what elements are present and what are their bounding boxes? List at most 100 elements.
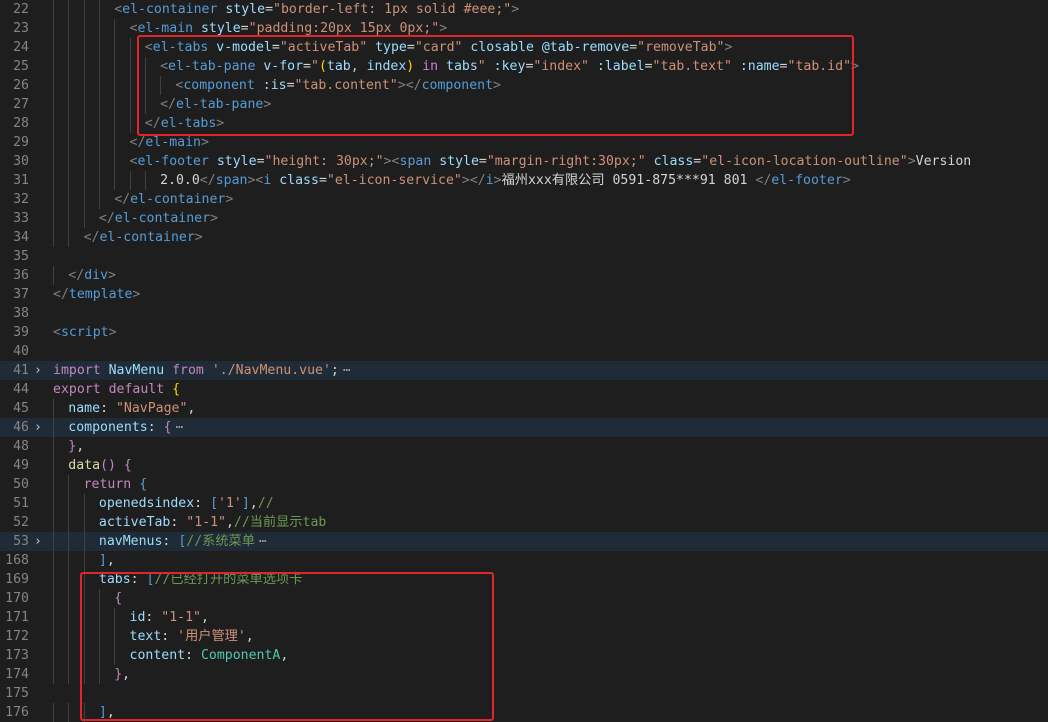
indent-guide [53,76,54,95]
code-line[interactable]: 170 { [0,589,1048,608]
indent-guide [68,570,70,589]
indent-guide [68,76,70,95]
code-line[interactable]: 22 <el-container style="border-left: 1px … [0,0,1048,19]
indent-guide [98,38,100,57]
fold-chevron-icon[interactable]: › [34,361,42,380]
code-text: text: '用户管理', [130,627,254,646]
code-token: script [60,325,109,340]
code-line[interactable]: 45 name: "NavPage", [0,399,1048,418]
folded-ellipsis-icon[interactable]: ⋯ [176,418,184,437]
code-token: "index" [533,59,589,74]
code-line[interactable]: 30 <el-footer style="height: 30px;"><span… [0,152,1048,171]
code-line[interactable]: 173 content: ComponentA, [0,646,1048,665]
indent-guide [68,95,70,114]
indent-guide [114,152,116,171]
code-line[interactable]: 41 › import NavMenu from './NavMenu.vue'; ⋯ [0,361,1048,380]
code-text: export default { [53,380,180,399]
code-token: = [271,40,280,55]
line-number: 40 [13,344,29,359]
code-line[interactable]: 172 text: '用户管理', [0,627,1048,646]
code-line[interactable]: 35 [0,247,1048,266]
code-line[interactable]: 36 </div> [0,266,1048,285]
code-line[interactable]: 51 openedsindex: ['1'],// [0,494,1048,513]
code-line[interactable]: 174}, [0,665,1048,684]
code-line[interactable]: 32 </el-container> [0,190,1048,209]
indent-guide [53,494,54,513]
indent-guide [53,665,54,684]
code-line[interactable]: 53 › navMenus: [//系统菜单 ⋯ [0,532,1048,551]
indent-guide [68,551,70,570]
code-token: = [240,21,249,36]
code-line[interactable]: 52 activeTab: "1-1",//当前显示tab [0,513,1048,532]
code-editor[interactable]: 22 <el-container style="border-left: 1px … [0,0,1048,722]
folded-ellipsis-icon[interactable]: ⋯ [259,532,267,551]
code-text: ], [99,703,115,722]
code-line[interactable]: 175 [0,684,1048,703]
code-text: }, [114,665,130,684]
code-token: , [245,629,254,644]
code-text: openedsindex: ['1'],// [99,494,274,513]
code-line[interactable]: 171 id: "1-1", [0,608,1048,627]
indent-guide [53,190,54,209]
code-line[interactable]: 50 return { [0,475,1048,494]
line-number: 44 [13,382,29,397]
code-line[interactable]: 39 <script> [0,323,1048,342]
code-token: > [263,97,272,112]
indent-guide [114,114,116,133]
code-line[interactable]: 49 data() { [0,456,1048,475]
code-token: v-for [255,59,304,74]
code-line[interactable]: 169 tabs: [//已经打开的菜单选项卡 [0,570,1048,589]
fold-chevron-icon[interactable]: › [34,418,42,437]
line-number: 176 [5,705,29,720]
code-line[interactable]: 25 <el-tab-pane v-for="(tab, index) in ta… [0,57,1048,76]
code-line[interactable]: 29 </el-main> [0,133,1048,152]
code-token: el-container [130,192,226,207]
code-line[interactable]: 27 </el-tab-pane> [0,95,1048,114]
code-line[interactable]: 33 </el-container> [0,209,1048,228]
indent-guide [83,608,85,627]
code-token: @tab-remove [533,40,630,55]
code-token: = [265,2,274,17]
code-token: navMenus [98,534,163,549]
indent-guide [98,171,100,190]
indent-guide [83,190,85,209]
code-text: name: "NavPage", [68,399,195,418]
indent-guide [53,589,54,608]
code-token: style [217,2,266,17]
indent-guide [114,95,116,114]
code-line[interactable]: 38 [0,304,1048,323]
code-line[interactable]: 37 </template> [0,285,1048,304]
code-token: { [163,420,172,435]
code-line[interactable]: 23 <el-main style="padding:20px 15px 0px;… [0,19,1048,38]
code-line[interactable]: 28 </el-tabs> [0,114,1048,133]
code-line[interactable]: 168], [0,551,1048,570]
code-token: </ [199,173,216,188]
code-line[interactable]: 24 <el-tabs v-model="activeTab" type="car… [0,38,1048,57]
indent-guide [83,38,85,57]
code-line[interactable]: 176], [0,703,1048,722]
code-line[interactable]: 40 [0,342,1048,361]
indent-guide [53,551,54,570]
code-line[interactable]: 48}, [0,437,1048,456]
code-token: ] [241,496,250,511]
code-token: "card" [414,40,463,55]
code-text: 2.0.0</span><i class="el-icon-service"><… [160,171,851,190]
code-text: return { [84,475,148,494]
code-line[interactable]: 31 2.0.0</span><i class="el-icon-service"… [0,171,1048,190]
indent-guide [98,114,100,133]
code-token: "margin-right:30px;" [486,154,646,169]
fold-chevron-icon[interactable]: › [34,532,42,551]
code-token: > [108,268,116,283]
code-line[interactable]: 44 export default { [0,380,1048,399]
indent-guide [83,570,85,589]
code-token: './NavMenu.vue' [203,363,331,378]
code-token: : [170,515,187,530]
indent-guide [53,133,54,152]
code-text: }, [68,437,84,456]
code-line[interactable]: 34 </el-container> [0,228,1048,247]
code-line[interactable]: 46 › components: {⋯ [0,418,1048,437]
code-token: from [172,363,204,378]
code-text: <el-footer style="height: 30px;"><span s… [130,152,972,171]
code-line[interactable]: 26 <component :is="tab.content"></compone… [0,76,1048,95]
folded-ellipsis-icon[interactable]: ⋯ [343,361,351,380]
